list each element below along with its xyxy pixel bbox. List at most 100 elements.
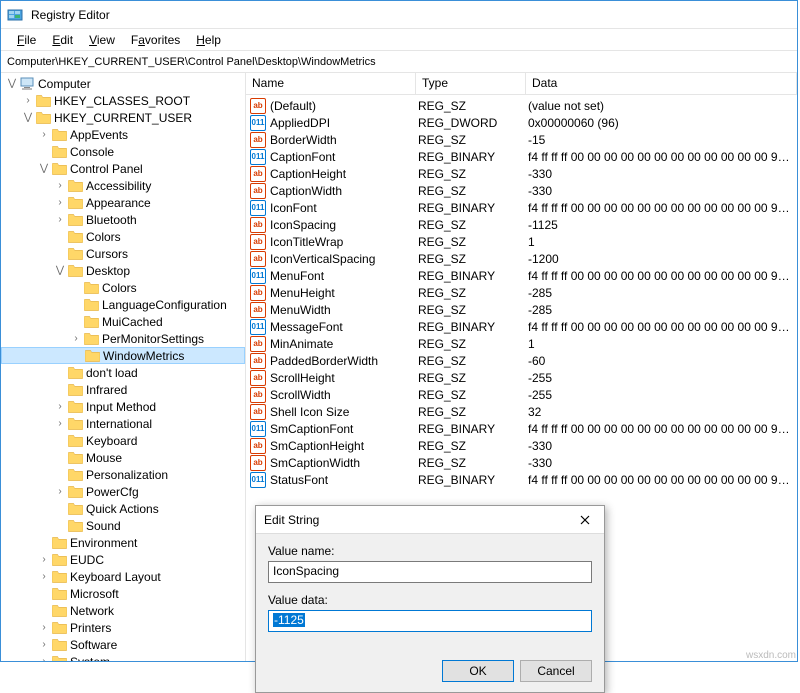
value-name-input[interactable]: IconSpacing [268, 561, 592, 583]
cancel-button[interactable]: Cancel [520, 660, 592, 682]
registry-value-row[interactable]: abMinAnimateREG_SZ1 [246, 335, 797, 352]
tree-item-infrared[interactable]: Infrared [1, 381, 245, 398]
menu-edit[interactable]: Edit [44, 31, 81, 49]
expander-icon[interactable]: › [37, 571, 51, 582]
close-icon[interactable] [574, 509, 596, 531]
tree-item-colors[interactable]: Colors [1, 228, 245, 245]
expander-icon[interactable]: › [37, 554, 51, 565]
registry-value-row[interactable]: abCaptionWidthREG_SZ-330 [246, 182, 797, 199]
registry-value-row[interactable]: 011AppliedDPIREG_DWORD0x00000060 (96) [246, 114, 797, 131]
registry-value-row[interactable]: abIconSpacingREG_SZ-1125 [246, 216, 797, 233]
value-type: REG_BINARY [418, 269, 528, 283]
expander-icon[interactable]: › [53, 401, 67, 412]
tree-item-accessibility[interactable]: ›Accessibility [1, 177, 245, 194]
tree-item-hkcr[interactable]: ›HKEY_CLASSES_ROOT [1, 92, 245, 109]
tree-item-appearance[interactable]: ›Appearance [1, 194, 245, 211]
expander-icon[interactable]: › [37, 622, 51, 633]
tree-item-hkcu[interactable]: ⋁HKEY_CURRENT_USER [1, 109, 245, 126]
col-header-data[interactable]: Data [526, 73, 797, 94]
tree-item-appevents[interactable]: ›AppEvents [1, 126, 245, 143]
tree-item-printers[interactable]: ›Printers [1, 619, 245, 636]
expander-icon[interactable]: › [37, 656, 51, 661]
registry-value-row[interactable]: ab(Default)REG_SZ(value not set) [246, 97, 797, 114]
registry-value-row[interactable]: 011MessageFontREG_BINARYf4 ff ff ff 00 0… [246, 318, 797, 335]
registry-value-row[interactable]: 011IconFontREG_BINARYf4 ff ff ff 00 00 0… [246, 199, 797, 216]
tree-item-mouse[interactable]: Mouse [1, 449, 245, 466]
expander-icon[interactable]: › [69, 333, 83, 344]
value-name: BorderWidth [270, 133, 418, 147]
expander-icon[interactable]: ⋁ [53, 265, 67, 276]
tree-item-powercfg[interactable]: ›PowerCfg [1, 483, 245, 500]
tree-item-keyboardlayout[interactable]: ›Keyboard Layout [1, 568, 245, 585]
expander-icon[interactable]: › [37, 639, 51, 650]
ok-button[interactable]: OK [442, 660, 514, 682]
registry-value-row[interactable]: 011MenuFontREG_BINARYf4 ff ff ff 00 00 0… [246, 267, 797, 284]
tree-item-dontload[interactable]: don't load [1, 364, 245, 381]
expander-icon[interactable]: ⋁ [5, 78, 19, 89]
registry-value-row[interactable]: abBorderWidthREG_SZ-15 [246, 131, 797, 148]
tree-item-bluetooth[interactable]: ›Bluetooth [1, 211, 245, 228]
value-data-input[interactable]: -1125 [268, 610, 592, 632]
value-name: IconFont [270, 201, 418, 215]
tree-item-permonitor[interactable]: ›PerMonitorSettings [1, 330, 245, 347]
registry-value-row[interactable]: abSmCaptionWidthREG_SZ-330 [246, 454, 797, 471]
registry-value-row[interactable]: 011StatusFontREG_BINARYf4 ff ff ff 00 00… [246, 471, 797, 488]
expander-icon[interactable]: › [53, 180, 67, 191]
tree-item-eudc[interactable]: ›EUDC [1, 551, 245, 568]
registry-value-row[interactable]: abScrollHeightREG_SZ-255 [246, 369, 797, 386]
tree-item-keyboard[interactable]: Keyboard [1, 432, 245, 449]
tree-item-windowmetrics[interactable]: WindowMetrics [1, 347, 245, 364]
menu-favorites[interactable]: Favorites [123, 31, 188, 49]
expander-icon[interactable]: › [53, 214, 67, 225]
expander-icon[interactable]: › [53, 418, 67, 429]
expander-icon[interactable]: ⋁ [21, 112, 35, 123]
tree-view[interactable]: ⋁Computer›HKEY_CLASSES_ROOT⋁HKEY_CURRENT… [1, 73, 246, 661]
tree-item-microsoft[interactable]: Microsoft [1, 585, 245, 602]
col-header-type[interactable]: Type [416, 73, 526, 94]
folder-icon [83, 281, 99, 295]
registry-value-row[interactable]: abPaddedBorderWidthREG_SZ-60 [246, 352, 797, 369]
registry-value-row[interactable]: abIconVerticalSpacingREG_SZ-1200 [246, 250, 797, 267]
address-bar[interactable]: Computer\HKEY_CURRENT_USER\Control Panel… [1, 51, 797, 73]
registry-value-row[interactable]: 011SmCaptionFontREG_BINARYf4 ff ff ff 00… [246, 420, 797, 437]
menu-help[interactable]: Help [188, 31, 229, 49]
registry-value-row[interactable]: abCaptionHeightREG_SZ-330 [246, 165, 797, 182]
registry-value-row[interactable]: abMenuWidthREG_SZ-285 [246, 301, 797, 318]
registry-value-row[interactable]: abIconTitleWrapREG_SZ1 [246, 233, 797, 250]
tree-item-console[interactable]: Console [1, 143, 245, 160]
tree-item-software[interactable]: ›Software [1, 636, 245, 653]
registry-value-row[interactable]: 011CaptionFontREG_BINARYf4 ff ff ff 00 0… [246, 148, 797, 165]
expander-icon[interactable]: › [37, 129, 51, 140]
tree-item-colors2[interactable]: Colors [1, 279, 245, 296]
tree-item-sound[interactable]: Sound [1, 517, 245, 534]
expander-icon[interactable]: › [21, 95, 35, 106]
tree-item-langconfig[interactable]: LanguageConfiguration [1, 296, 245, 313]
registry-value-row[interactable]: abMenuHeightREG_SZ-285 [246, 284, 797, 301]
tree-item-cursors[interactable]: Cursors [1, 245, 245, 262]
folder-icon [67, 247, 83, 261]
menu-file[interactable]: File [9, 31, 44, 49]
tree-item-inputmethod[interactable]: ›Input Method [1, 398, 245, 415]
registry-value-row[interactable]: abShell Icon SizeREG_SZ32 [246, 403, 797, 420]
tree-item-environment[interactable]: Environment [1, 534, 245, 551]
col-header-name[interactable]: Name [246, 73, 416, 94]
menu-view[interactable]: View [81, 31, 123, 49]
tree-item-controlpanel[interactable]: ⋁Control Panel [1, 160, 245, 177]
tree-item-desktop[interactable]: ⋁Desktop [1, 262, 245, 279]
tree-item-system[interactable]: ›System [1, 653, 245, 661]
tree-item-muicached[interactable]: MuiCached [1, 313, 245, 330]
expander-icon[interactable]: › [53, 197, 67, 208]
tree-item-label: Colors [86, 230, 121, 244]
tree-item-quickactions[interactable]: Quick Actions [1, 500, 245, 517]
tree-item-network[interactable]: Network [1, 602, 245, 619]
expander-icon[interactable]: ⋁ [37, 163, 51, 174]
tree-item-personalization[interactable]: Personalization [1, 466, 245, 483]
tree-item-root[interactable]: ⋁Computer [1, 75, 245, 92]
registry-value-row[interactable]: abScrollWidthREG_SZ-255 [246, 386, 797, 403]
value-type: REG_DWORD [418, 116, 528, 130]
tree-item-international[interactable]: ›International [1, 415, 245, 432]
expander-icon[interactable]: › [53, 486, 67, 497]
registry-value-row[interactable]: abSmCaptionHeightREG_SZ-330 [246, 437, 797, 454]
value-type: REG_SZ [418, 388, 528, 402]
string-value-icon: ab [250, 98, 266, 114]
